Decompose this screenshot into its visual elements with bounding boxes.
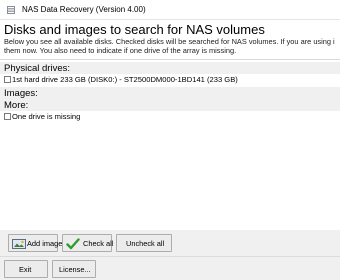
section-physical-drives: Physical drives: [0,62,340,74]
app-icon [7,6,15,14]
license-label: License... [59,265,91,274]
header: Disks and images to search for NAS volum… [0,20,340,56]
license-button[interactable]: License... [52,260,96,278]
add-image-label: Add image [27,239,63,248]
page-heading: Disks and images to search for NAS volum… [4,22,265,37]
image-icon [12,239,26,249]
drive-checkbox[interactable] [4,76,11,83]
footer: Exit License... [0,256,340,280]
missing-drive-checkbox[interactable] [4,113,11,120]
window-title: NAS Data Recovery (Version 4.00) [22,5,146,14]
drive-label: 1st hard drive 233 GB (DISK0:) - ST2500D… [12,75,238,84]
section-more: More: [0,99,340,111]
uncheck-all-label: Uncheck all [126,239,165,248]
missing-drive-label: One drive is missing [12,112,81,121]
add-image-button[interactable]: Add image [8,234,62,252]
section-label-images: Images: [4,88,38,99]
action-bar: Add image Check all Uncheck all [0,230,340,256]
uncheck-all-button[interactable]: Uncheck all [116,234,172,252]
check-all-button[interactable]: Check all [62,234,114,252]
page-description: Below you see all available disks. Check… [4,37,338,55]
section-label-physical-drives: Physical drives: [4,63,70,74]
checkmark-icon [66,238,80,250]
section-images: Images: [0,87,340,99]
section-label-more: More: [4,100,29,111]
disk-list: Physical drives: 1st hard drive 233 GB (… [0,59,340,230]
exit-button[interactable]: Exit [4,260,48,278]
description-line-1: Below you see all available disks. Check… [4,37,335,46]
description-line-2: them now. You also need to indicate if o… [4,46,237,55]
exit-label: Exit [19,265,32,274]
check-all-label: Check all [83,239,114,248]
title-bar: NAS Data Recovery (Version 4.00) [0,0,340,20]
